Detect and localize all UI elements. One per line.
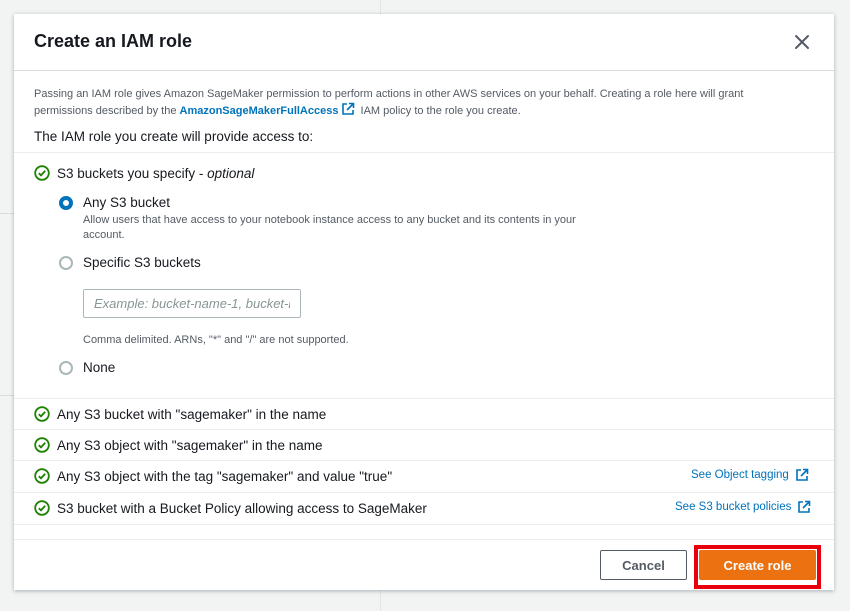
radio-description: Allow users that have access to your not… <box>83 214 576 241</box>
divider <box>14 524 834 525</box>
permission-item: Any S3 bucket with "sagemaker" in the na… <box>34 405 326 423</box>
link-label: See S3 bucket policies <box>675 501 792 513</box>
object-tagging-link[interactable]: See Object tagging <box>691 468 809 482</box>
permission-label: S3 bucket with a Bucket Policy allowing … <box>57 500 427 516</box>
permission-label: Any S3 bucket with "sagemaker" in the na… <box>57 406 327 422</box>
divider <box>14 152 834 153</box>
radio-specific-s3-buckets[interactable]: Specific S3 buckets <box>59 255 201 270</box>
radio-label: Any S3 bucket <box>83 195 171 210</box>
radio-button[interactable] <box>59 256 73 270</box>
check-circle-icon <box>34 500 50 516</box>
radio-label: None <box>83 360 116 375</box>
check-circle-icon <box>34 406 50 422</box>
description-text: IAM policy to the role you create. <box>357 105 521 117</box>
bucket-input-hint: Comma delimited. ARNs, "*" and "/" are n… <box>83 334 349 346</box>
radio-label: Specific S3 buckets <box>83 255 201 270</box>
check-circle-icon <box>34 437 50 453</box>
close-icon <box>795 35 809 49</box>
divider <box>14 492 834 493</box>
external-link-icon <box>796 468 809 481</box>
role-description: Passing an IAM role gives Amazon SageMak… <box>34 87 804 119</box>
create-role-button[interactable]: Create role <box>699 550 816 580</box>
permission-item: Any S3 object with the tag "sagemaker" a… <box>34 467 392 485</box>
bucket-names-input[interactable] <box>83 289 301 318</box>
radio-any-s3-bucket[interactable]: Any S3 bucket Allow users that have acce… <box>59 195 613 243</box>
background-divider <box>0 395 14 396</box>
access-heading: The IAM role you create will provide acc… <box>34 129 314 144</box>
external-link-icon <box>798 500 811 513</box>
permission-label: Any S3 object with "sagemaker" in the na… <box>57 437 323 453</box>
cancel-button[interactable]: Cancel <box>600 550 687 580</box>
check-circle-icon <box>34 468 50 484</box>
background-divider <box>0 213 14 214</box>
s3-buckets-label: S3 buckets you specify - <box>57 165 208 181</box>
permission-item: S3 bucket with a Bucket Policy allowing … <box>34 499 427 517</box>
radio-button[interactable] <box>59 361 73 375</box>
optional-label: optional <box>207 165 255 181</box>
modal-header: Create an IAM role <box>14 14 834 71</box>
close-button[interactable] <box>790 30 814 54</box>
check-circle-icon <box>34 165 50 181</box>
radio-none[interactable]: None <box>59 360 115 375</box>
modal-title: Create an IAM role <box>34 31 193 51</box>
divider <box>14 429 834 430</box>
divider <box>14 398 834 399</box>
s3-bucket-policies-link[interactable]: See S3 bucket policies <box>675 500 811 514</box>
permission-label: Any S3 object with the tag "sagemaker" a… <box>57 468 393 484</box>
permission-item: Any S3 object with "sagemaker" in the na… <box>34 436 322 454</box>
footer-divider <box>14 539 834 540</box>
divider <box>14 460 834 461</box>
external-link-icon <box>342 102 355 115</box>
create-iam-role-modal: Create an IAM role Passing an IAM role g… <box>14 14 834 590</box>
radio-button-selected[interactable] <box>59 196 73 210</box>
s3-buckets-item: S3 buckets you specify - optional <box>34 164 254 182</box>
link-label: See Object tagging <box>691 469 789 481</box>
sagemaker-full-access-link[interactable]: AmazonSageMakerFullAccess <box>180 105 339 117</box>
